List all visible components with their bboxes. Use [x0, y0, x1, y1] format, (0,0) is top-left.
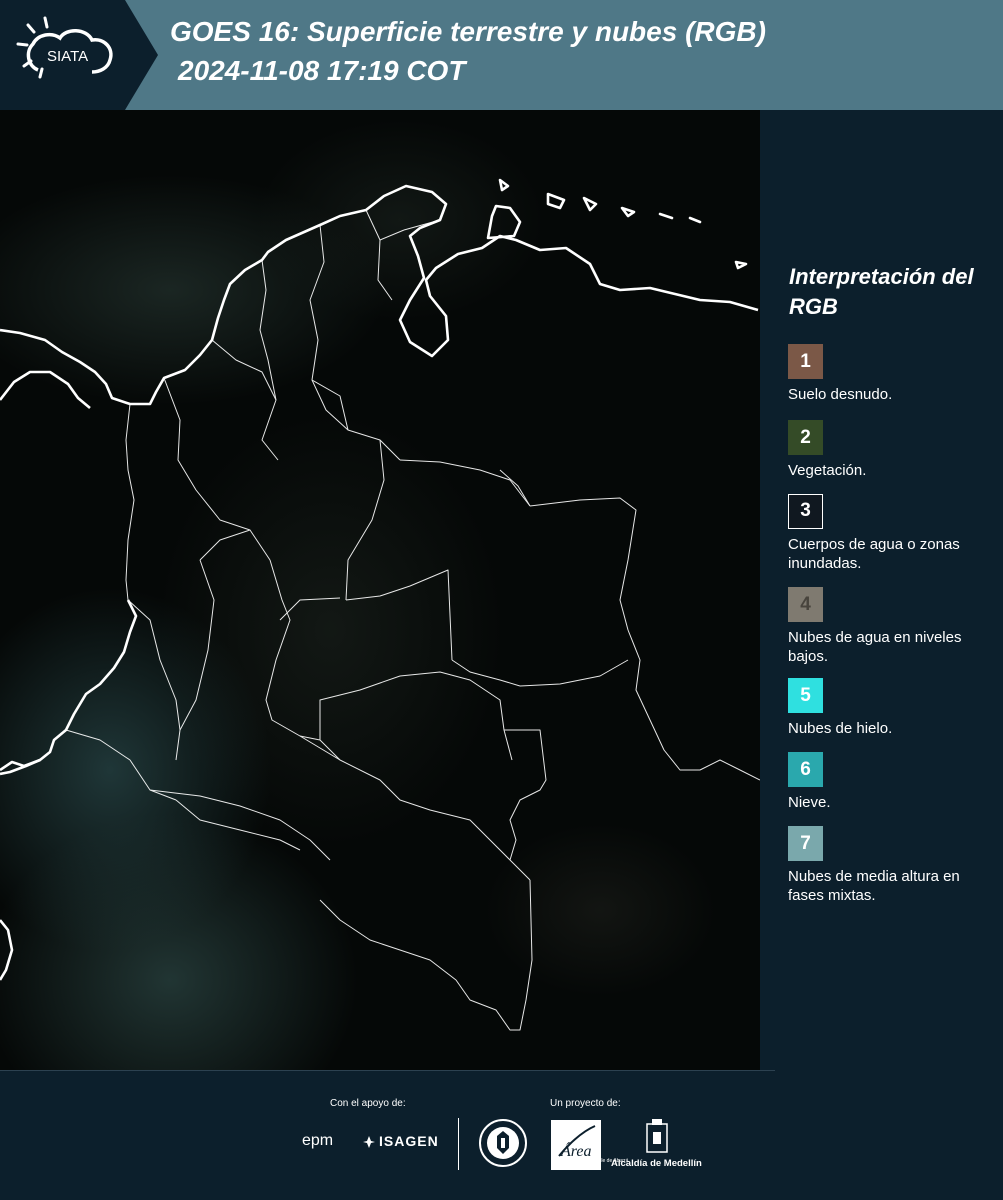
isagen-logo-text: ISAGEN [379, 1133, 439, 1149]
legend-title: Interpretación del RGB [789, 264, 974, 319]
legend-item-low-water-clouds: 4 Nubes de agua en niveles bajos. [788, 587, 998, 666]
pacific-caribbean-coast [0, 184, 759, 406]
legend-swatch: 3 [788, 494, 823, 529]
footer-separator [458, 1118, 459, 1170]
alcaldia-emblem-icon [645, 1118, 669, 1161]
legend-item-water-bodies: 3 Cuerpos de agua o zonas inundadas. [788, 494, 998, 573]
legend-swatch: 2 [788, 420, 823, 455]
legend-swatch: 4 [788, 587, 823, 622]
legend-swatch: 5 [788, 678, 823, 713]
legend-item-vegetation: 2 Vegetación. [788, 420, 998, 480]
amva-logo: Área [551, 1120, 601, 1172]
legend-label: Nubes de agua en niveles bajos. [788, 629, 962, 665]
west-edge [0, 919, 14, 981]
darien-border [0, 370, 91, 409]
legend-item-ice-clouds: 5 Nubes de hielo. [788, 678, 998, 738]
legend-label: Vegetación. [788, 462, 867, 479]
legend-item-snow: 6 Nieve. [788, 752, 998, 812]
legend-swatch: 6 [788, 752, 823, 787]
legend-label: Nubes de hielo. [788, 720, 893, 737]
legend-swatch: 1 [788, 344, 823, 379]
satellite-map [0, 110, 760, 1070]
header-bar: SIATA GOES 16: Superficie terrestre y nu… [0, 0, 1003, 110]
medellin-seal-icon [478, 1118, 528, 1173]
support-caption: Con el apoyo de: [330, 1098, 406, 1109]
guajira-peninsula [486, 204, 522, 240]
page-title: GOES 16: Superficie terrestre y nubes (R… [170, 16, 766, 47]
islands [498, 178, 748, 270]
project-caption: Un proyecto de: [550, 1098, 621, 1109]
legend-panel: Interpretación del RGB 1 Suelo desnudo. … [760, 110, 1003, 1070]
boundaries-overlay [0, 178, 760, 1031]
alcaldia-logo-text: Alcaldía de Medellín [611, 1158, 702, 1169]
legend-swatch: 7 [788, 826, 823, 861]
isagen-mark-icon [363, 1136, 375, 1149]
legend-label: Nubes de media altura en fases mixtas. [788, 868, 960, 904]
siata-logo: SIATA [0, 0, 158, 110]
legend-item-mid-level-mixed-clouds: 7 Nubes de media altura en fases mixtas. [788, 826, 998, 905]
legend-item-bare-soil: 1 Suelo desnudo. [788, 344, 998, 404]
legend-label: Suelo desnudo. [788, 386, 893, 403]
footer-divider [0, 1070, 775, 1071]
legend-label: Cuerpos de agua o zonas inundadas. [788, 536, 960, 572]
page: SIATA GOES 16: Superficie terrestre y nu… [0, 0, 1003, 1200]
legend-label: Nieve. [788, 794, 831, 811]
timestamp: 2024-11-08 17:19 COT [178, 55, 466, 86]
siata-logo-text: SIATA [47, 48, 88, 65]
footer: Con el apoyo de: Un proyecto de: epm ISA… [0, 1070, 1003, 1200]
pacific-coast [0, 599, 138, 776]
epm-logo: epm [302, 1132, 334, 1149]
isagen-logo: ISAGEN [362, 1133, 439, 1149]
